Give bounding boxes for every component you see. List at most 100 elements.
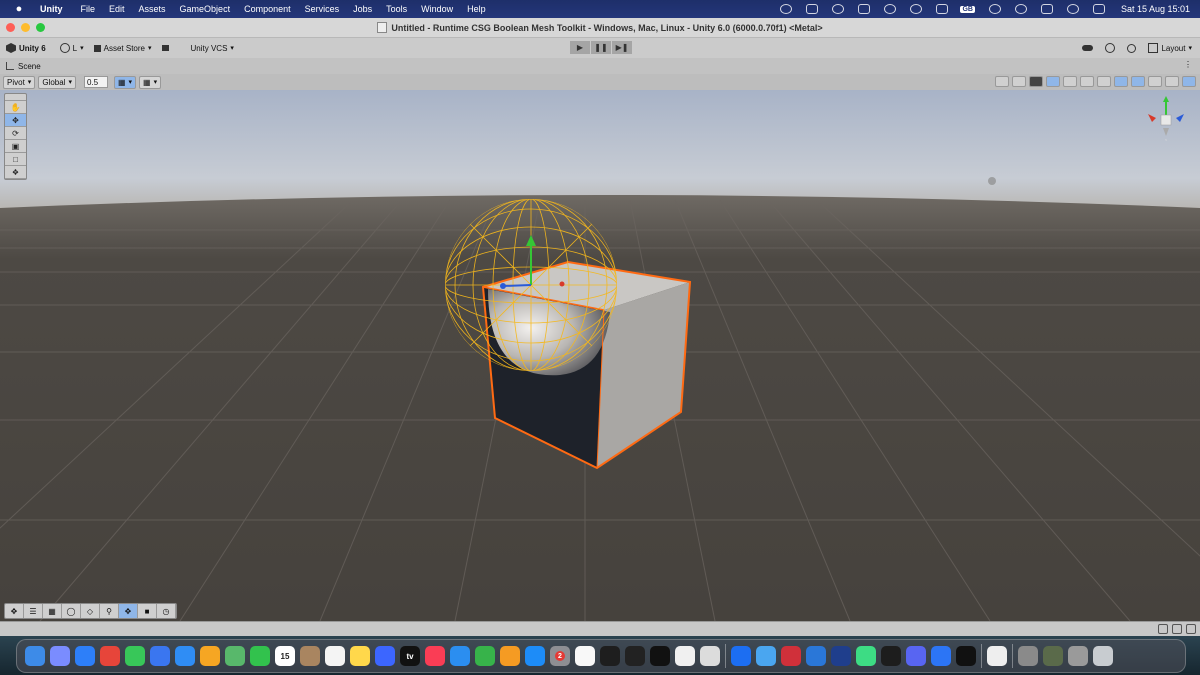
asset-store-dropdown[interactable]: Asset Store ▾ [93, 44, 152, 53]
settings-icon[interactable]: 2 [550, 646, 570, 666]
zoom-window-button[interactable] [36, 23, 45, 32]
status-globe-icon[interactable] [780, 4, 793, 14]
debug-draw-mode-icon[interactable] [1063, 76, 1077, 87]
signal-icon[interactable] [150, 646, 170, 666]
cloud-icon[interactable] [806, 646, 826, 666]
xcode-helper-icon[interactable] [700, 646, 720, 666]
notification-icon[interactable] [1040, 4, 1053, 14]
vpn-icon[interactable] [931, 646, 951, 666]
scene-light-icon[interactable] [988, 177, 996, 185]
status-sparkle-icon[interactable] [832, 4, 845, 14]
menu-edit[interactable]: Edit [109, 4, 125, 14]
overlay-compass-icon[interactable]: ◷ [157, 604, 176, 618]
xcode-icon[interactable] [731, 646, 751, 666]
appletv-icon[interactable]: tv [400, 646, 420, 666]
trash-icon[interactable] [1093, 646, 1113, 666]
minimize-window-button[interactable] [21, 23, 30, 32]
render-mode-shaded-icon[interactable] [1029, 76, 1043, 87]
numbers-icon[interactable] [475, 646, 495, 666]
discord-icon[interactable] [906, 646, 926, 666]
chrome-icon[interactable] [100, 646, 120, 666]
chatgpt-icon[interactable] [650, 646, 670, 666]
cloud-icon[interactable] [1082, 45, 1094, 51]
menu-tools[interactable]: Tools [386, 4, 407, 14]
music-icon[interactable] [425, 646, 445, 666]
scene-render[interactable] [0, 90, 1200, 621]
history-icon[interactable] [1105, 43, 1116, 53]
layout-dropdown[interactable]: Layout ▾ [1148, 43, 1192, 53]
overlay-pan-icon[interactable]: ✥ [119, 604, 138, 618]
rotate-tool-icon[interactable]: ⟳ [5, 127, 26, 140]
rect-tool-icon[interactable]: □ [5, 153, 26, 166]
menu-assets[interactable]: Assets [139, 4, 166, 14]
unity-account-menu[interactable]: Unity 6 [6, 43, 46, 53]
vcs-dropdown[interactable]: Unity VCS ▾ [191, 44, 234, 53]
progress-icon[interactable] [1186, 624, 1196, 634]
testflight-icon[interactable] [675, 646, 695, 666]
2d-toggle-icon[interactable] [1080, 76, 1094, 87]
maps-icon[interactable] [225, 646, 245, 666]
android-studio-icon[interactable] [856, 646, 876, 666]
status-record-icon[interactable] [884, 4, 897, 14]
console-button[interactable] [161, 45, 169, 51]
unity-icon[interactable] [956, 646, 976, 666]
notes-icon[interactable] [350, 646, 370, 666]
launchpad-icon[interactable] [50, 646, 70, 666]
search-icon[interactable] [1127, 43, 1137, 53]
scene-viewport[interactable]: ✋ ✥ ⟳ ▣ □ ❖ < ✥ ☰ ▦ ◯ ◇ ⚲ ✥ ■ ◷ [0, 90, 1200, 621]
control-center-icon[interactable] [1092, 4, 1105, 14]
tab-menu-icon[interactable]: ⋮ [1184, 60, 1192, 69]
status-display-icon[interactable] [806, 4, 819, 14]
menu-jobs[interactable]: Jobs [353, 4, 372, 14]
overlay-settings-icon[interactable]: ☰ [24, 604, 43, 618]
snap-increment-field[interactable]: 0.5 [83, 76, 108, 88]
input-source-indicator[interactable]: GB [960, 5, 975, 13]
account-dropdown[interactable]: L ▾ [59, 43, 84, 53]
menu-component[interactable]: Component [244, 4, 291, 14]
thumbnail-1-icon[interactable] [1018, 646, 1038, 666]
document-icon[interactable] [987, 646, 1007, 666]
layers-icon[interactable] [1172, 624, 1182, 634]
calendar-icon[interactable]: 15 [275, 646, 295, 666]
appstore-icon[interactable] [525, 646, 545, 666]
orientation-gizmo[interactable]: < [1146, 96, 1186, 142]
messages-icon[interactable] [125, 646, 145, 666]
news-icon[interactable] [575, 646, 595, 666]
apple-menu-icon[interactable]: ● [12, 3, 26, 15]
overlay-sphere-icon[interactable]: ◯ [62, 604, 81, 618]
tab-scene[interactable]: Scene [6, 62, 41, 71]
facetime-icon[interactable] [250, 646, 270, 666]
gizmos-dropdown-icon[interactable] [1182, 76, 1196, 87]
menu-gameobject[interactable]: GameObject [180, 4, 231, 14]
menu-services[interactable]: Services [305, 4, 340, 14]
scale-tool-icon[interactable]: ▣ [5, 140, 26, 153]
reminders-icon[interactable] [325, 646, 345, 666]
pivot-dropdown[interactable]: Pivot ▾ [3, 75, 36, 89]
render-mode-wire-icon[interactable] [995, 76, 1009, 87]
pause-button[interactable]: ❚❚ [591, 41, 611, 54]
terminal-icon[interactable] [600, 646, 620, 666]
mail-icon[interactable] [175, 646, 195, 666]
overlay-material-icon[interactable]: ■ [138, 604, 157, 618]
render-mode-shaded-wire-icon[interactable] [1012, 76, 1026, 87]
pages-icon[interactable] [500, 646, 520, 666]
spotlight-icon[interactable] [1014, 4, 1027, 14]
palette-grip-icon[interactable] [5, 94, 26, 101]
grid-snap-toggle[interactable]: ▦ ▾ [113, 75, 137, 89]
grid-visibility-dropdown[interactable]: ▦ ▾ [139, 75, 162, 89]
menu-help[interactable]: Help [467, 4, 486, 14]
siri-icon[interactable] [1066, 4, 1079, 14]
hand-tool-icon[interactable]: ✋ [5, 101, 26, 114]
menu-app-name[interactable]: Unity [40, 4, 63, 14]
camera-settings-icon[interactable] [1165, 76, 1179, 87]
play-button[interactable]: ▶ [570, 41, 590, 54]
preview-icon[interactable] [781, 646, 801, 666]
freeform-icon[interactable] [375, 646, 395, 666]
global-dropdown[interactable]: Global ▾ [38, 75, 76, 89]
thumbnail-3-icon[interactable] [1068, 646, 1088, 666]
move-tool-icon[interactable]: ✥ [5, 114, 26, 127]
status-screen-icon[interactable] [936, 4, 949, 14]
audio-toggle-icon[interactable] [1097, 76, 1111, 87]
overlay-move-icon[interactable]: ✥ [5, 604, 24, 618]
menu-clock[interactable]: Sat 15 Aug 15:01 [1121, 4, 1190, 14]
